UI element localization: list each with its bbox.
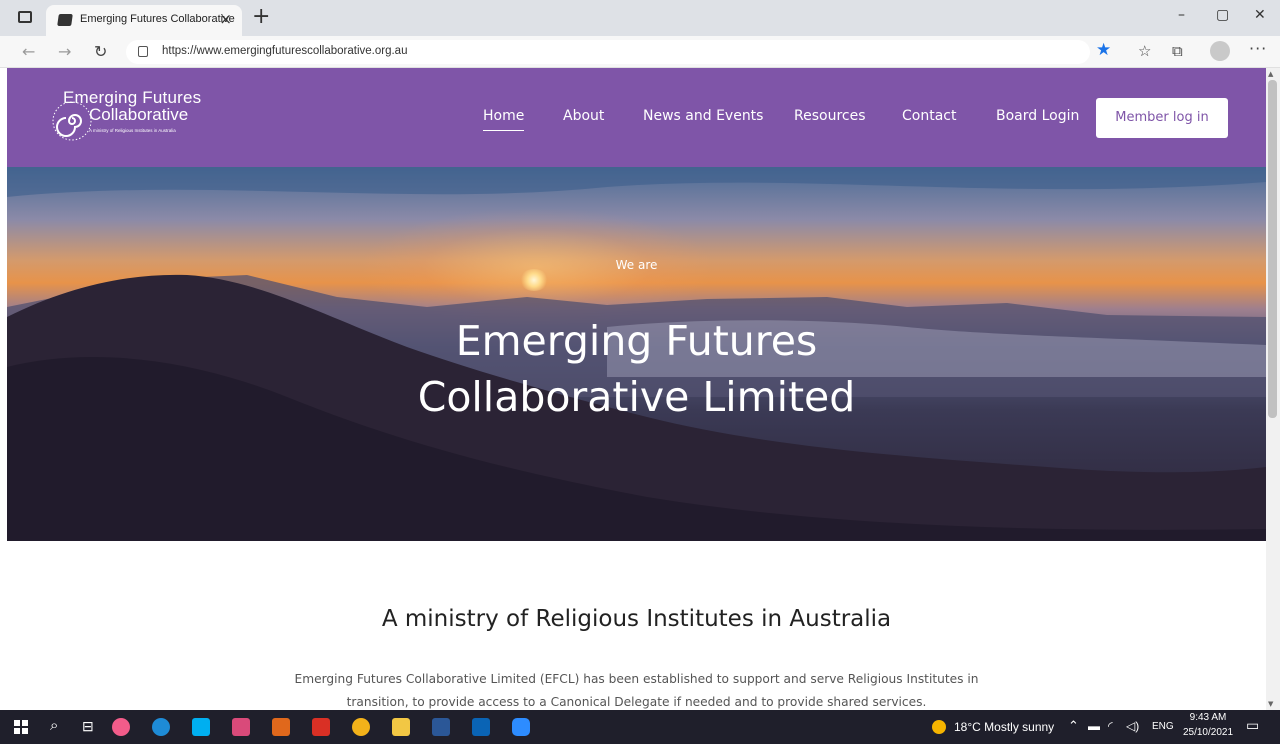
zoom-icon[interactable] (512, 718, 530, 736)
nav-board-login[interactable]: Board Login (996, 108, 1079, 124)
url-field[interactable]: https://www.emergingfuturescollaborative… (126, 40, 1090, 64)
scroll-up-icon[interactable]: ▲ (1268, 70, 1273, 78)
profile-avatar[interactable] (1210, 41, 1230, 61)
notifications-icon[interactable]: ▭ (1246, 717, 1259, 734)
snip-icon[interactable] (232, 718, 250, 736)
itunes-icon[interactable] (112, 718, 130, 736)
logo-tagline: A ministry of Religious Institutes in Au… (89, 128, 176, 133)
office-icon[interactable] (272, 718, 290, 736)
wifi-icon[interactable]: ◜ (1108, 719, 1113, 733)
refresh-icon[interactable]: ↻ (94, 42, 107, 61)
address-bar: ← → ↻ https://www.emergingfuturescollabo… (0, 36, 1280, 68)
hero-intro: We are (615, 258, 658, 272)
minimize-button[interactable]: – (1178, 7, 1185, 23)
clock-date[interactable]: 25/10/2021 (1180, 727, 1236, 738)
section-title: A ministry of Religious Institutes in Au… (381, 606, 892, 632)
hero-title: Emerging Futures Collaborative Limited (7, 313, 1266, 425)
forward-icon[interactable]: → (58, 42, 71, 61)
section-body-line2: transition, to provide access to a Canon… (346, 695, 927, 709)
close-window-button[interactable]: ✕ (1254, 7, 1266, 23)
favicon-icon (57, 14, 73, 26)
task-view-icon[interactable]: ⊟ (82, 718, 94, 735)
battery-icon[interactable]: ▬ (1088, 719, 1100, 733)
site-header: Emerging Futures Collaborative A ministr… (7, 68, 1266, 167)
weather-text[interactable]: 18°C Mostly sunny (954, 720, 1054, 734)
chrome-icon[interactable] (352, 718, 370, 736)
file-explorer-icon[interactable] (392, 718, 410, 736)
member-login-button[interactable]: Member log in (1096, 98, 1228, 138)
nav-resources[interactable]: Resources (794, 108, 866, 124)
collections-icon[interactable]: ⧉ (1172, 42, 1183, 60)
favorite-star-icon[interactable]: ★ (1096, 40, 1111, 60)
nav-home[interactable]: Home (483, 108, 525, 131)
settings-menu-icon[interactable]: ··· (1249, 39, 1267, 58)
acrobat-icon[interactable] (312, 718, 330, 736)
tab-title: Emerging Futures Collaborative (80, 13, 235, 25)
logo-text-line2: Collaborative (89, 105, 189, 124)
site-info-icon[interactable] (138, 46, 148, 57)
tab-actions-icon[interactable] (18, 11, 32, 23)
show-hidden-icons-icon[interactable]: ⌃ (1068, 718, 1079, 734)
new-tab-button[interactable]: + (252, 4, 270, 29)
back-icon[interactable]: ← (22, 42, 35, 61)
tab-strip: Emerging Futures Collaborative × + – ▢ ✕ (0, 0, 1280, 36)
scroll-down-icon[interactable]: ▼ (1268, 700, 1273, 708)
section-body: Emerging Futures Collaborative Limited (… (7, 668, 1266, 710)
search-icon[interactable]: ⌕ (50, 717, 58, 734)
site-logo[interactable]: Emerging Futures Collaborative A ministr… (51, 88, 231, 148)
edge-icon[interactable] (152, 718, 170, 736)
language-indicator[interactable]: ENG (1152, 721, 1174, 732)
windows-taskbar: ⌕ ⊟ 18°C Mostly sunny ⌃ ▬ ◜ ◁) ENG 9:43 … (0, 710, 1280, 744)
nav-news-and-events[interactable]: News and Events (643, 108, 763, 124)
browser-tab[interactable]: Emerging Futures Collaborative × (46, 5, 242, 36)
hero-title-line1: Emerging Futures (455, 317, 818, 365)
nav-about[interactable]: About (563, 108, 604, 124)
volume-icon[interactable]: ◁) (1126, 719, 1139, 733)
clock-time[interactable]: 9:43 AM (1184, 712, 1232, 723)
hero-title-line2: Collaborative Limited (417, 373, 856, 421)
word-icon[interactable] (432, 718, 450, 736)
windows-start-icon[interactable] (14, 720, 28, 734)
url-text[interactable]: https://www.emergingfuturescollaborative… (162, 45, 407, 57)
nav-contact[interactable]: Contact (902, 108, 956, 124)
restore-button[interactable]: ▢ (1216, 7, 1229, 23)
favorites-icon[interactable]: ☆ (1138, 42, 1151, 60)
weather-icon[interactable] (932, 720, 946, 734)
hero-banner: We are Emerging Futures Collaborative Li… (7, 167, 1266, 541)
scrollbar-thumb[interactable] (1268, 80, 1277, 418)
tab-close-icon[interactable]: × (219, 10, 232, 28)
skype-icon[interactable] (192, 718, 210, 736)
section-body-line1: Emerging Futures Collaborative Limited (… (294, 672, 979, 686)
web-page: Emerging Futures Collaborative A ministr… (7, 68, 1266, 710)
outlook-icon[interactable] (472, 718, 490, 736)
